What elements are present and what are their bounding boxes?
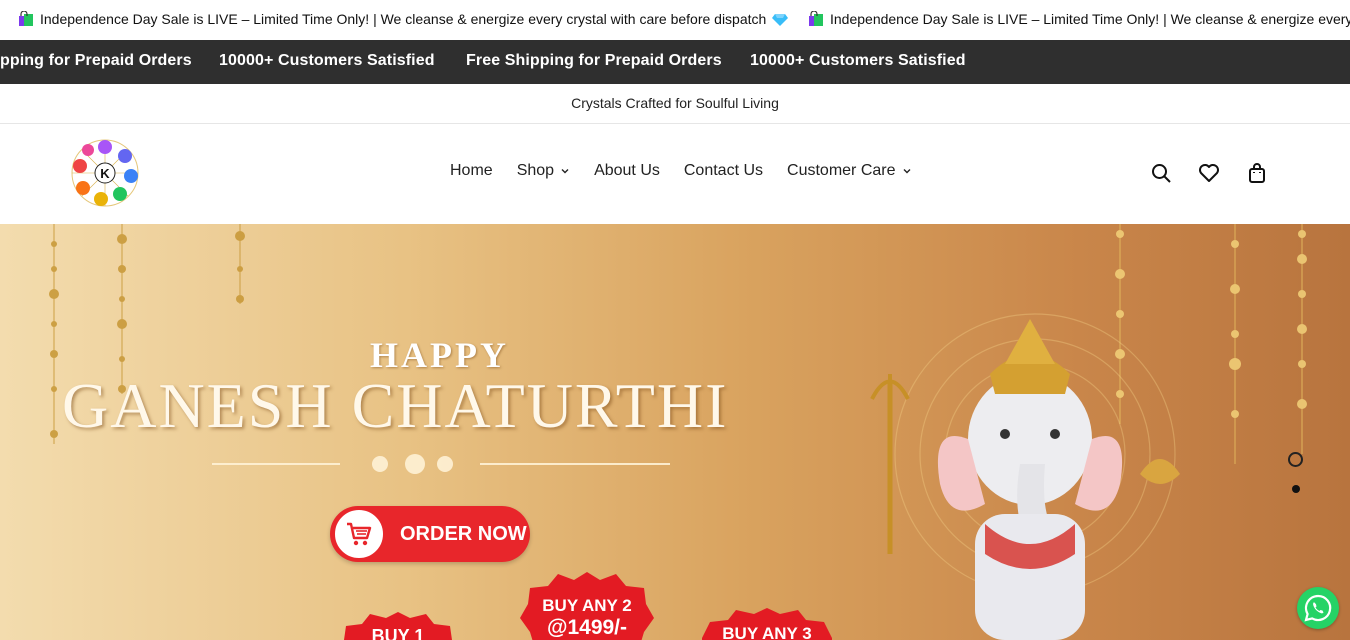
nav-about-label: About Us — [594, 162, 660, 179]
offer-badge-text: BUY 1 — [371, 626, 425, 640]
tagline: Crystals Crafted for Soulful Living — [0, 84, 1350, 124]
strip-item: pping for Prepaid Orders — [0, 52, 192, 69]
offer-badge-buy-2[interactable]: BUY ANY 2 @1499/- — [520, 572, 654, 640]
nav-shop-label: Shop — [516, 162, 555, 179]
order-now-button[interactable]: ORDER NOW — [330, 506, 530, 562]
hero-banner[interactable]: HAPPY GANESH CHATURTHI ORDER NOW BUY 1 B… — [0, 224, 1350, 640]
order-now-label: ORDER NOW — [400, 522, 527, 545]
nav-contact-label: Contact Us — [683, 162, 764, 179]
nav-customer-care[interactable]: Customer Care — [787, 162, 911, 180]
nav-shop[interactable]: Shop — [517, 162, 570, 180]
main-nav: Home Shop About Us Contact Us Customer C… — [450, 162, 912, 180]
offer-badge-text: BUY ANY 3 — [722, 624, 812, 640]
nav-home[interactable]: Home — [450, 162, 493, 180]
chevron-down-icon — [903, 169, 910, 174]
cart-icon-circle — [332, 507, 386, 561]
nav-contact[interactable]: Contact Us — [684, 162, 763, 180]
announcement-text-repeat: Independence Day Sale is LIVE – Limited … — [830, 11, 1350, 27]
header-icons — [1150, 162, 1268, 184]
whatsapp-icon — [1304, 594, 1332, 622]
carousel-dot[interactable] — [1292, 485, 1300, 493]
nav-customer-care-label: Customer Care — [787, 162, 896, 179]
heart-icon[interactable] — [1198, 162, 1220, 184]
search-icon[interactable] — [1150, 162, 1172, 184]
shopping-bag-emoji-icon — [809, 11, 823, 26]
offer-badge-buy-1[interactable]: BUY 1 — [338, 612, 458, 640]
strip-item: 10000+ Customers Satisfied — [750, 52, 966, 69]
svg-text:K: K — [100, 166, 110, 181]
offer-badge-line2: @1499/- — [546, 616, 628, 639]
nav-home-label: Home — [450, 162, 493, 179]
strip-item: Free Shipping for Prepaid Orders — [466, 52, 722, 69]
shopping-bag-icon[interactable] — [1246, 162, 1268, 184]
nav-about[interactable]: About Us — [594, 162, 660, 180]
announcement-message-repeat: Independence Day Sale is LIVE – Limited … — [808, 11, 1350, 27]
benefits-strip: pping for Prepaid Orders 10000+ Customer… — [0, 40, 1350, 84]
site-header: K Home Shop About Us Contact Us Customer… — [0, 124, 1350, 224]
whatsapp-chat-button[interactable] — [1297, 587, 1339, 629]
cart-icon — [347, 522, 372, 546]
ganesha-illustration — [870, 319, 1180, 640]
announcement-text: Independence Day Sale is LIVE – Limited … — [40, 11, 767, 27]
carousel-dot-active[interactable] — [1288, 452, 1303, 467]
announcement-bar: Independence Day Sale is LIVE – Limited … — [0, 0, 1350, 40]
shopping-bag-emoji-icon — [19, 11, 33, 26]
hero-title: GANESH CHATURTHI — [62, 370, 729, 441]
offer-badge-line1: BUY ANY 2 — [542, 596, 632, 615]
announcement-message: Independence Day Sale is LIVE – Limited … — [18, 11, 789, 27]
gem-emoji-icon — [772, 14, 789, 26]
brand-logo[interactable]: K — [68, 136, 142, 210]
chevron-down-icon — [561, 169, 569, 174]
offer-badge-buy-3[interactable]: BUY ANY 3 — [702, 608, 832, 640]
strip-item: 10000+ Customers Satisfied — [219, 52, 435, 69]
